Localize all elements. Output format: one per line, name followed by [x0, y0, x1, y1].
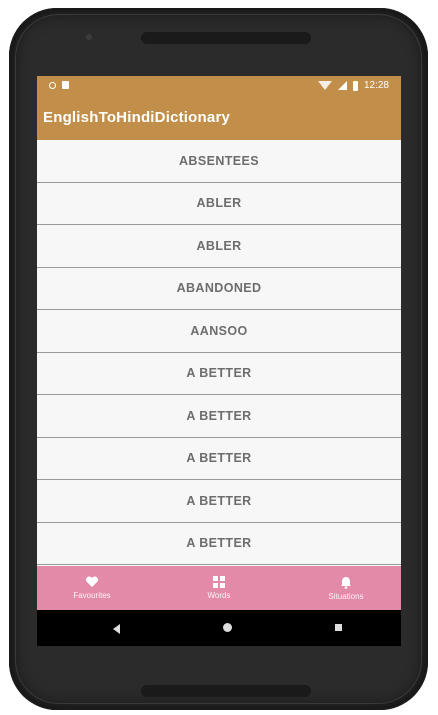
top-speaker — [141, 32, 311, 44]
phone-screen: 12:28 EnglishToHindiDictionary ABSENTEES… — [37, 76, 401, 646]
list-item[interactable]: A BETTER — [37, 352, 401, 395]
word-list[interactable]: ABSENTEES ABLER ABLER ABANDONED AANSOO A… — [37, 140, 401, 565]
list-item[interactable]: ABLER — [37, 182, 401, 225]
list-item[interactable]: ABANDONED — [37, 267, 401, 310]
battery-icon — [352, 80, 358, 91]
word-label: ABSENTEES — [178, 153, 259, 168]
nav-favourites-label: Favourites — [73, 591, 111, 600]
grid-icon — [213, 576, 225, 588]
nav-favourites[interactable]: Favourites — [37, 566, 147, 610]
word-label: ABLER — [196, 238, 242, 253]
list-item[interactable]: ABSENTEES — [37, 140, 401, 183]
word-label: AANSOO — [190, 323, 248, 338]
word-label: A BETTER — [186, 408, 252, 423]
nav-situations-label: Situations — [328, 591, 364, 601]
word-label: ABANDONED — [176, 281, 262, 296]
status-bar: 12:28 — [37, 76, 401, 98]
system-navigation-bar — [37, 610, 401, 646]
word-label: A BETTER — [186, 451, 252, 466]
signal-icon — [337, 81, 347, 90]
back-icon[interactable] — [113, 624, 120, 634]
list-item[interactable]: A BETTER — [37, 437, 401, 480]
notification-icon — [49, 81, 56, 89]
home-icon[interactable] — [223, 623, 232, 632]
status-time: 12:28 — [363, 80, 389, 91]
word-label: ABLER — [196, 196, 242, 211]
list-item[interactable]: A BETTER — [37, 522, 401, 565]
list-item[interactable]: A BETTER — [37, 395, 401, 438]
word-label: A BETTER — [186, 536, 252, 551]
front-camera — [86, 34, 92, 40]
word-label: A BETTER — [186, 493, 252, 508]
nav-words[interactable]: Words — [164, 566, 274, 610]
list-item[interactable]: ABLER — [37, 225, 401, 268]
sd-card-icon — [62, 81, 69, 89]
wifi-icon — [317, 81, 332, 90]
bottom-speaker — [141, 685, 311, 697]
nav-situations[interactable]: Situations — [291, 566, 401, 610]
heart-icon — [85, 576, 99, 588]
word-label: A BETTER — [186, 366, 252, 381]
recent-apps-icon[interactable] — [335, 624, 342, 631]
bottom-navigation: Favourites Words Situations — [37, 566, 401, 610]
list-item[interactable]: A BETTER — [37, 480, 401, 523]
bell-icon — [340, 576, 352, 589]
nav-words-label: Words — [207, 591, 231, 600]
app-title: EnglishToHindiDictionary — [43, 109, 231, 126]
app-bar: EnglishToHindiDictionary — [37, 98, 401, 140]
list-item[interactable]: AANSOO — [37, 310, 401, 353]
